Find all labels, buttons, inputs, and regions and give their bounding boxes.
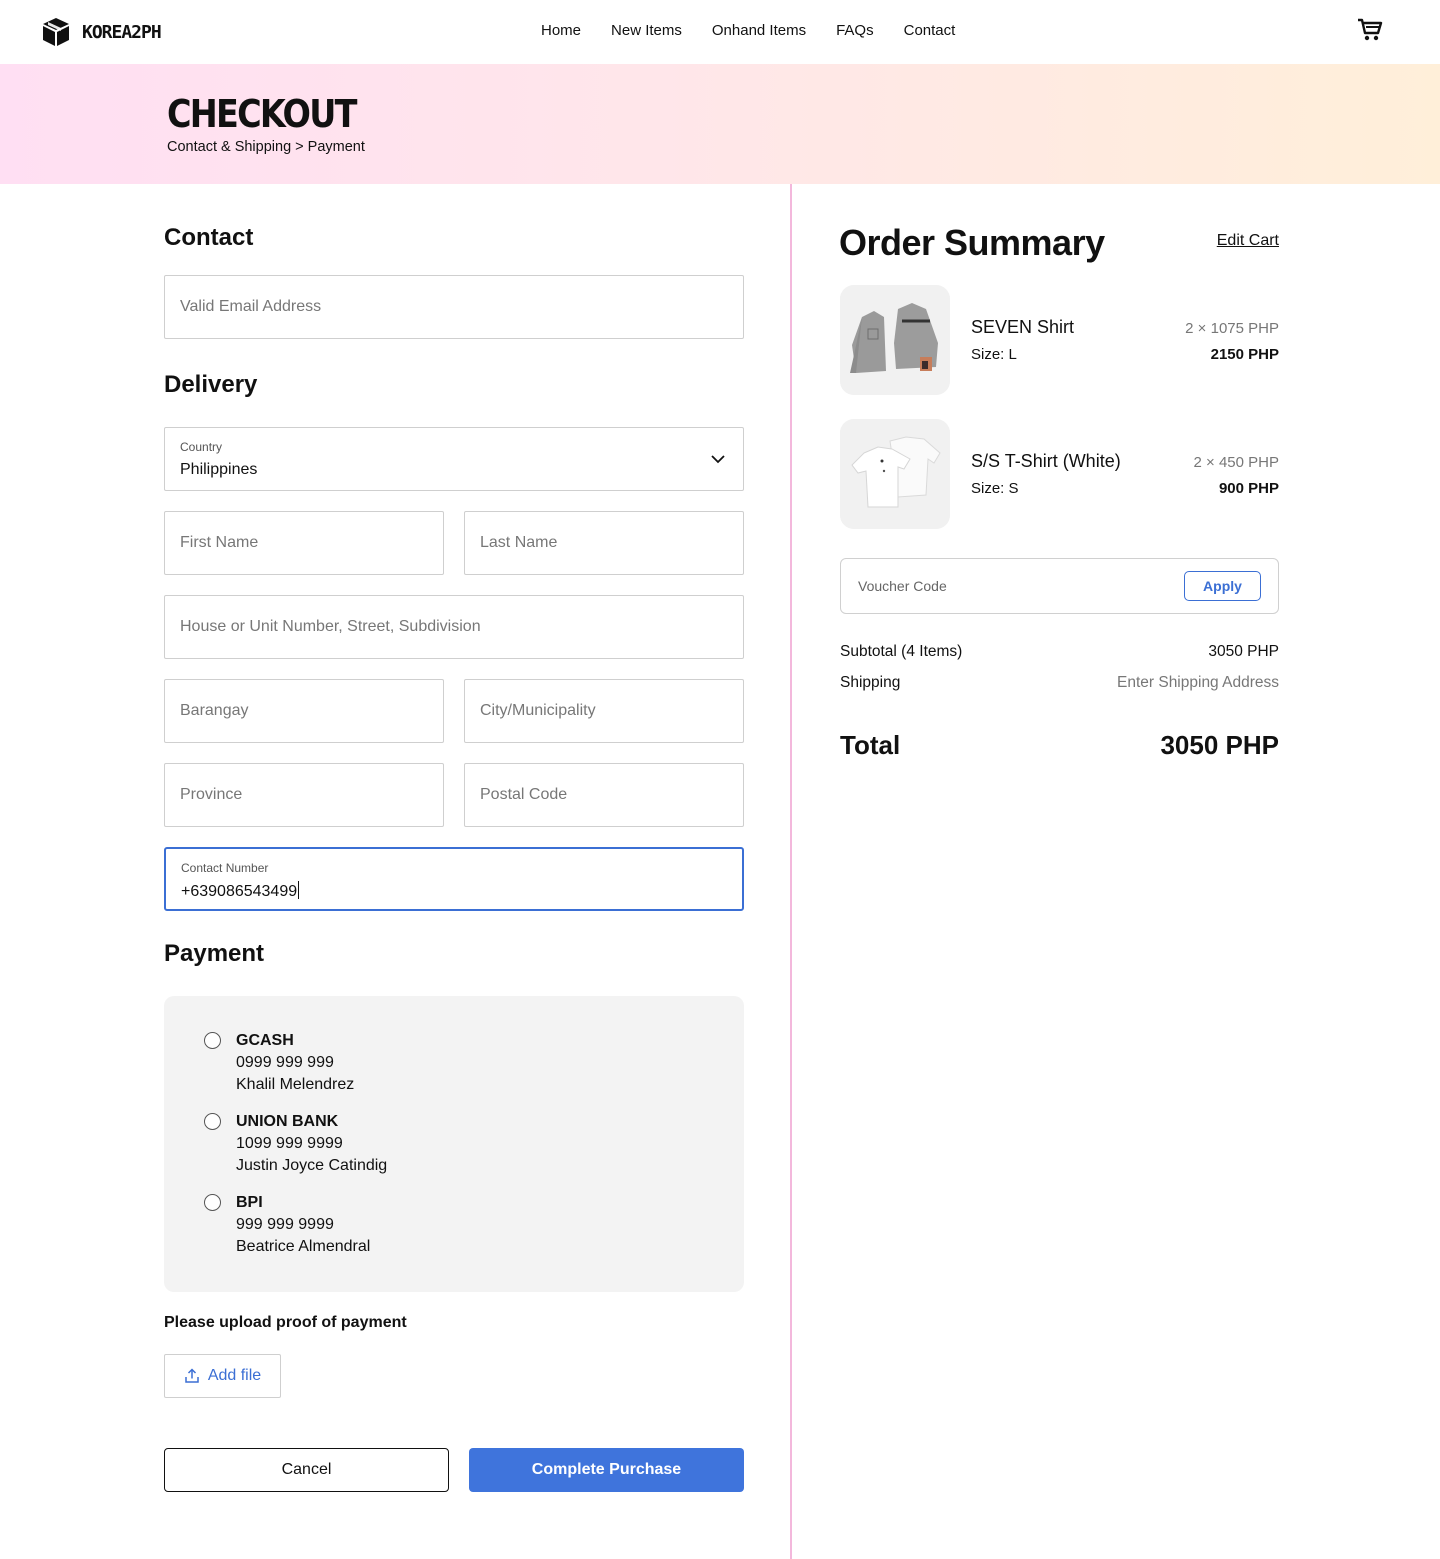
checkout-banner: CHECKOUT Contact & Shipping > Payment (0, 64, 1440, 184)
top-navbar: KOREA2PH Home New Items Onhand Items FAQ… (0, 0, 1440, 64)
edit-cart-link[interactable]: Edit Cart (1217, 232, 1279, 250)
contact-heading: Contact (164, 224, 254, 251)
item-size: Size: L (971, 346, 1017, 363)
last-name-field[interactable] (464, 511, 744, 575)
country-value: Philippines (180, 461, 258, 478)
cart-item: SEVEN Shirt Size: L 2 × 1075 PHP 2150 PH… (840, 285, 1279, 395)
voucher-field[interactable]: Apply (840, 558, 1279, 614)
postal-code-input[interactable] (465, 764, 743, 826)
radio-gcash[interactable] (204, 1032, 221, 1049)
tshirt-image-icon (840, 419, 950, 529)
text-caret (298, 881, 300, 899)
brand-name: KOREA2PH (82, 21, 162, 43)
payment-number: 0999 999 999 (236, 1054, 334, 1071)
nav-home[interactable]: Home (541, 22, 581, 39)
brand-logo-link[interactable]: KOREA2PH (40, 16, 162, 48)
address-field[interactable] (164, 595, 744, 659)
shipping-value: Enter Shipping Address (1117, 674, 1279, 691)
city-input[interactable] (465, 680, 743, 742)
contact-number-field[interactable]: Contact Number +639086543499 (164, 847, 744, 911)
nav-onhand-items[interactable]: Onhand Items (712, 22, 806, 39)
jacket-image-icon (840, 285, 950, 395)
product-image (840, 285, 950, 395)
payment-holder: Beatrice Almendral (236, 1238, 371, 1255)
total-label: Total (840, 730, 901, 760)
first-name-field[interactable] (164, 511, 444, 575)
item-name: SEVEN Shirt (971, 317, 1075, 337)
payment-name: GCASH (236, 1032, 294, 1049)
page-title: CHECKOUT (167, 92, 357, 136)
shipping-label: Shipping (840, 674, 901, 691)
upload-icon (185, 1368, 199, 1383)
product-image (840, 419, 950, 529)
nav-faqs[interactable]: FAQs (836, 22, 874, 39)
delivery-heading: Delivery (164, 371, 258, 398)
add-file-label: Add file (207, 1367, 262, 1384)
chevron-down-icon (711, 455, 725, 464)
barangay-input[interactable] (165, 680, 443, 742)
cancel-button[interactable]: Cancel (164, 1448, 449, 1492)
contact-number-value: +639086543499 (181, 881, 300, 901)
last-name-input[interactable] (465, 512, 743, 574)
nav-new-items[interactable]: New Items (611, 22, 682, 39)
contact-number-label: Contact Number (181, 861, 269, 875)
barangay-field[interactable] (164, 679, 444, 743)
province-input[interactable] (165, 764, 443, 826)
city-field[interactable] (464, 679, 744, 743)
subtotal-value: 3050 PHP (1208, 643, 1279, 660)
payment-number: 999 999 9999 (236, 1216, 334, 1233)
order-summary-title: Order Summary (839, 222, 1105, 263)
radio-bpi[interactable] (204, 1194, 221, 1211)
item-qty-price: 2 × 450 PHP (1193, 454, 1279, 471)
apply-voucher-button[interactable]: Apply (1184, 571, 1261, 601)
first-name-input[interactable] (165, 512, 443, 574)
breadcrumb: Contact & Shipping > Payment (167, 139, 365, 155)
country-select[interactable]: Country Philippines (164, 427, 744, 491)
item-size: Size: S (971, 480, 1019, 497)
cart-item: S/S T-Shirt (White) Size: S 2 × 450 PHP … (840, 419, 1279, 529)
item-name: S/S T-Shirt (White) (971, 451, 1121, 471)
payment-holder: Justin Joyce Catindig (236, 1157, 388, 1174)
email-field[interactable] (164, 275, 744, 339)
box-logo-icon (43, 18, 69, 46)
payment-holder: Khalil Melendrez (236, 1076, 355, 1093)
complete-purchase-button[interactable]: Complete Purchase (469, 1448, 744, 1492)
radio-unionbank[interactable] (204, 1113, 221, 1130)
payment-name: BPI (236, 1194, 263, 1211)
province-field[interactable] (164, 763, 444, 827)
cart-icon[interactable] (1357, 18, 1383, 42)
add-file-button[interactable]: Add file (164, 1354, 281, 1398)
column-divider (790, 184, 792, 1559)
payment-options: GCASH 0999 999 999 Khalil Melendrez UNIO… (164, 996, 744, 1292)
payment-heading: Payment (164, 940, 265, 967)
item-qty-price: 2 × 1075 PHP (1185, 320, 1279, 337)
postal-code-field[interactable] (464, 763, 744, 827)
total-value: 3050 PHP (1160, 730, 1279, 760)
upload-proof-label: Please upload proof of payment (164, 1314, 407, 1331)
item-total: 900 PHP (1218, 480, 1279, 497)
payment-name: UNION BANK (236, 1113, 339, 1130)
main-nav: Home New Items Onhand Items FAQs Contact (541, 22, 985, 39)
contact-number-text: +639086543499 (181, 883, 298, 900)
address-input[interactable] (165, 596, 743, 658)
voucher-input[interactable] (858, 559, 1158, 613)
item-total: 2150 PHP (1210, 346, 1279, 363)
nav-contact[interactable]: Contact (904, 22, 956, 39)
subtotal-label: Subtotal (4 Items) (840, 643, 963, 660)
email-input[interactable] (165, 276, 743, 338)
payment-number: 1099 999 9999 (236, 1135, 343, 1152)
country-label: Country (180, 440, 223, 454)
